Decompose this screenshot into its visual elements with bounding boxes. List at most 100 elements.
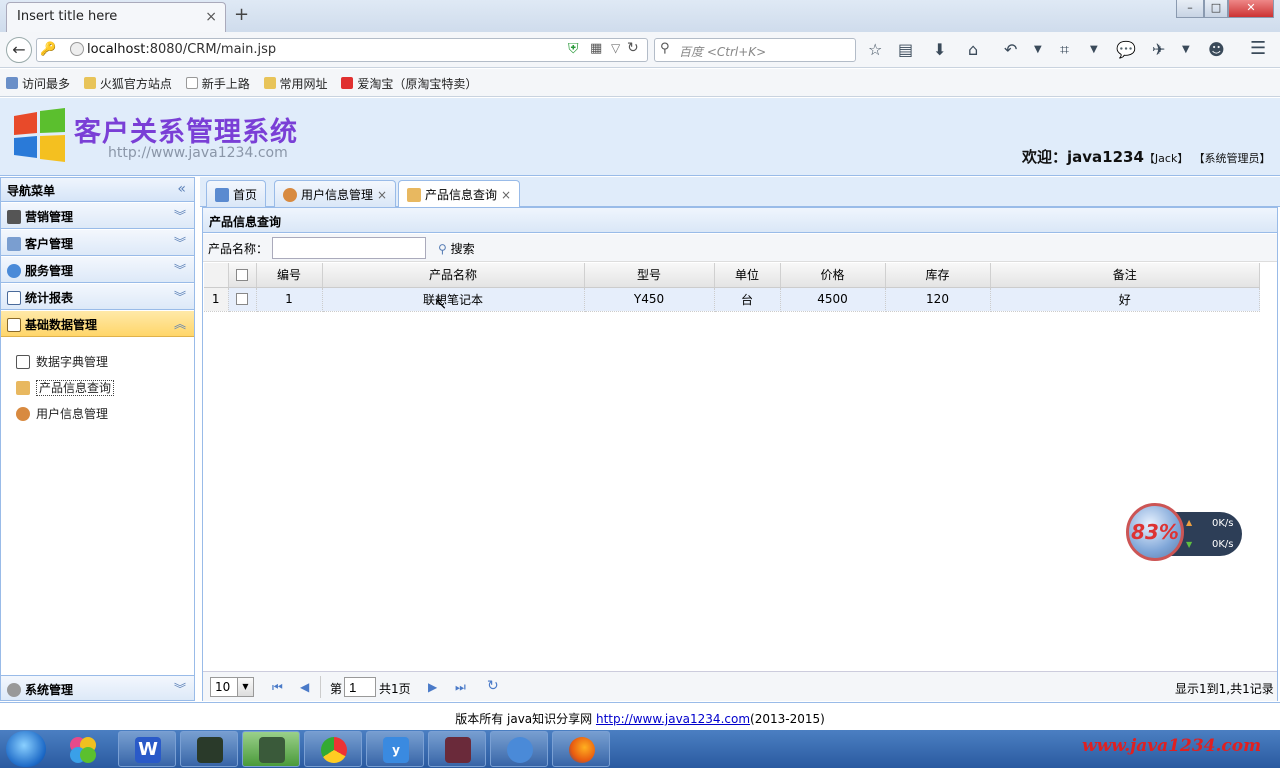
url-host: localhost bbox=[87, 42, 146, 57]
sidebar-section-service[interactable]: 服务管理 ︾ bbox=[1, 257, 194, 283]
col-remark-header[interactable]: 备注 bbox=[990, 263, 1260, 288]
taobao-icon bbox=[341, 77, 354, 89]
watermark-text: www.java1234.com bbox=[1082, 736, 1262, 756]
address-bar[interactable]: localhost:8080/CRM/main.jsp bbox=[36, 38, 648, 62]
col-price-header[interactable]: 价格 bbox=[780, 263, 886, 288]
site-info-icon[interactable] bbox=[70, 42, 84, 56]
taskbar-app-youdao[interactable]: y bbox=[366, 731, 424, 767]
prev-page-icon[interactable]: ◀ bbox=[300, 680, 309, 694]
browser-tab[interactable]: Insert title here × bbox=[6, 2, 226, 32]
start-button[interactable] bbox=[6, 731, 46, 767]
record-info: 显示1到1,共1记录 bbox=[1175, 682, 1274, 696]
undo-icon[interactable]: ↶ bbox=[1004, 40, 1017, 59]
table-row[interactable]: 1 1 联想笔记本 Y450 台 4500 120 好 bbox=[204, 287, 1260, 312]
taskbar-app-mysql[interactable] bbox=[490, 731, 548, 767]
close-window-button[interactable]: ✕ bbox=[1228, 0, 1274, 18]
users-icon bbox=[283, 188, 297, 202]
col-stock-header[interactable]: 库存 bbox=[885, 263, 991, 288]
footer-link[interactable]: http://www.java1234.com bbox=[596, 712, 750, 726]
menu-icon[interactable]: ☰ bbox=[1250, 38, 1266, 59]
dropdown-arrow-icon[interactable]: ▽ bbox=[611, 41, 620, 55]
search-icon: ⚲ bbox=[660, 41, 670, 56]
taskbar-app-firefox[interactable] bbox=[552, 731, 610, 767]
search-button[interactable]: ⚲ 搜索 bbox=[438, 240, 475, 257]
chevron-down-icon: ▼ bbox=[237, 678, 253, 696]
product-name-label: 产品名称： bbox=[208, 242, 269, 256]
back-button[interactable]: ← bbox=[6, 37, 32, 63]
last-page-icon[interactable]: ⏭ bbox=[455, 680, 466, 695]
refresh-icon[interactable]: ↻ bbox=[487, 678, 499, 694]
upload-arrow-icon: ▲ bbox=[1186, 518, 1193, 527]
search-icon: ⚲ bbox=[438, 242, 447, 256]
tab-user-management[interactable]: 用户信息管理 × bbox=[274, 180, 397, 207]
search-input[interactable]: 百度 <Ctrl+K> bbox=[654, 38, 856, 62]
sidebar-section-reports[interactable]: 统计报表 ︾ bbox=[1, 284, 194, 310]
youdao-icon: y bbox=[383, 737, 409, 763]
row-checkbox[interactable] bbox=[236, 293, 248, 305]
close-tab-icon[interactable]: × bbox=[205, 9, 217, 25]
col-model-header[interactable]: 型号 bbox=[584, 263, 715, 288]
qrcode-icon[interactable]: ▦ bbox=[590, 41, 602, 56]
sidebar-item-product-query[interactable]: 产品信息查询 bbox=[16, 379, 115, 396]
download-icon[interactable]: ⬇ bbox=[933, 40, 946, 59]
chevron-down-icon[interactable]: ▼ bbox=[1034, 44, 1042, 55]
chevron-down-icon[interactable]: ▼ bbox=[1090, 44, 1098, 55]
chat-icon[interactable]: 💬 bbox=[1116, 40, 1136, 59]
chevron-down-icon: ︾ bbox=[173, 290, 186, 304]
cell-stock: 120 bbox=[885, 287, 991, 312]
taskbar-app-wps[interactable]: W bbox=[118, 731, 176, 767]
sidebar-section-customers[interactable]: 客户管理 ︾ bbox=[1, 230, 194, 256]
taskbar-app-terminal[interactable] bbox=[180, 731, 238, 767]
bookmark-item[interactable]: 新手上路 bbox=[185, 75, 250, 92]
memory-percent-ball[interactable]: 83% bbox=[1126, 503, 1184, 561]
page-footer: 版本所有 java知识分享网 http://www.java1234.com(2… bbox=[0, 702, 1280, 730]
browser-tab-title: Insert title here bbox=[17, 9, 118, 24]
maximize-button[interactable]: □ bbox=[1204, 0, 1228, 18]
gesture-icon[interactable]: ✈ bbox=[1152, 40, 1165, 59]
sidebar-section-system[interactable]: 系统管理 ︾ bbox=[1, 675, 194, 701]
mouse-cursor-icon: ↖ bbox=[434, 294, 448, 313]
first-page-icon[interactable]: ⏮ bbox=[272, 680, 283, 695]
tab-product-query[interactable]: 产品信息查询 × bbox=[398, 180, 521, 208]
star-icon[interactable]: ☆ bbox=[868, 40, 882, 59]
next-page-icon[interactable]: ▶ bbox=[428, 680, 437, 694]
col-id-header[interactable]: 编号 bbox=[256, 263, 323, 288]
app-icon bbox=[259, 737, 285, 763]
sidebar-section-marketing[interactable]: 营销管理 ︾ bbox=[1, 203, 194, 229]
col-unit-header[interactable]: 单位 bbox=[714, 263, 781, 288]
bookmark-item[interactable]: 常用网址 bbox=[263, 75, 328, 92]
tab-home[interactable]: 首页 bbox=[206, 180, 267, 207]
taskbar-app-chrome[interactable] bbox=[304, 731, 362, 767]
taskbar-app-pinwheel[interactable] bbox=[54, 731, 112, 767]
user-name: 【Jack】 bbox=[1143, 152, 1189, 165]
chevron-down-icon[interactable]: ▼ bbox=[1182, 44, 1190, 55]
select-all-checkbox[interactable] bbox=[236, 268, 248, 281]
home-icon[interactable]: ⌂ bbox=[968, 40, 978, 59]
col-name-header[interactable]: 产品名称 bbox=[322, 263, 585, 288]
product-name-input[interactable] bbox=[272, 237, 426, 259]
sidebar-item-data-dictionary[interactable]: 数据字典管理 bbox=[16, 353, 108, 370]
app-url: http://www.java1234.com bbox=[108, 145, 288, 161]
sidebar-section-basic-data[interactable]: 基础数据管理 ︽ bbox=[1, 311, 194, 337]
collapse-icon[interactable]: « bbox=[177, 181, 186, 197]
close-icon[interactable]: × bbox=[377, 188, 387, 202]
bookmark-item[interactable]: 爱淘宝（原淘宝特卖） bbox=[341, 75, 477, 92]
page-size-select[interactable]: 10 ▼ bbox=[210, 677, 254, 697]
new-tab-button[interactable]: + bbox=[234, 4, 249, 25]
close-icon[interactable]: × bbox=[501, 188, 511, 202]
reading-list-icon[interactable]: ▤ bbox=[898, 40, 913, 59]
cell-model: Y450 bbox=[584, 287, 715, 312]
url-path: :8080/CRM/main.jsp bbox=[145, 42, 277, 57]
bookmark-item[interactable]: 火狐官方站点 bbox=[83, 75, 172, 92]
separator bbox=[320, 676, 321, 698]
smiley-icon[interactable]: ☻ bbox=[1208, 40, 1225, 59]
reload-icon[interactable]: ↻ bbox=[627, 40, 639, 56]
taskbar-app-active[interactable] bbox=[242, 731, 300, 767]
taskbar-app-java[interactable] bbox=[428, 731, 486, 767]
bookmark-item[interactable]: 访问最多 bbox=[6, 75, 70, 92]
sidebar-item-user-management[interactable]: 用户信息管理 bbox=[16, 405, 108, 422]
page-number-input[interactable] bbox=[344, 677, 376, 697]
minimize-button[interactable]: – bbox=[1176, 0, 1204, 18]
shield-icon[interactable]: ⛨ bbox=[568, 41, 579, 57]
crop-icon[interactable]: ⌗ bbox=[1060, 40, 1069, 60]
